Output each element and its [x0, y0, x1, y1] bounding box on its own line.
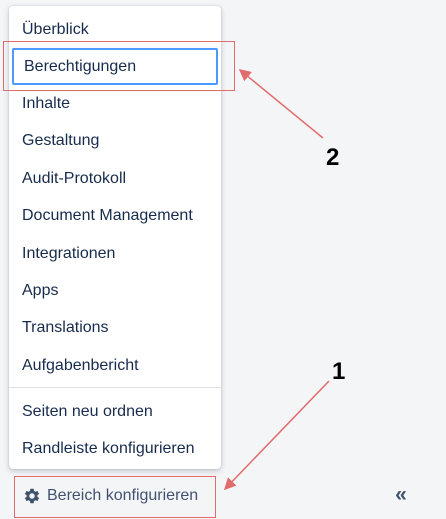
menu-item-translations[interactable]: Translations [9, 309, 221, 346]
configure-space-button[interactable]: Bereich konfigurieren [23, 482, 198, 510]
arrow-1 [223, 380, 330, 491]
menu-item-configure-sidebar[interactable]: Randleiste konfigurieren [9, 430, 221, 467]
space-settings-dropdown: Überblick Berechtigungen Inhalte Gestalt… [9, 6, 221, 469]
arrow-2 [238, 69, 324, 139]
menu-item-apps[interactable]: Apps [9, 272, 221, 309]
menu-item-content[interactable]: Inhalte [9, 85, 221, 122]
menu-item-permissions[interactable]: Berechtigungen [12, 48, 218, 85]
menu-item-look-and-feel[interactable]: Gestaltung [9, 122, 221, 159]
collapse-sidebar-button[interactable]: « [388, 481, 414, 509]
menu-item-audit-log[interactable]: Audit-Protokoll [9, 160, 221, 197]
menu-item-task-report[interactable]: Aufgabenbericht [9, 347, 221, 384]
menu-item-integrations[interactable]: Integrationen [9, 235, 221, 272]
double-chevron-left-icon: « [395, 483, 407, 506]
menu-item-overview[interactable]: Überblick [9, 11, 221, 48]
callout-number-1: 1 [332, 358, 346, 385]
menu-item-reorder-pages[interactable]: Seiten neu ordnen [9, 393, 221, 430]
menu-item-document-management[interactable]: Document Management [9, 197, 221, 234]
gear-icon [23, 487, 41, 505]
configure-space-label: Bereich konfigurieren [47, 487, 199, 504]
callout-number-2: 2 [326, 144, 340, 171]
menu-divider [9, 387, 221, 388]
